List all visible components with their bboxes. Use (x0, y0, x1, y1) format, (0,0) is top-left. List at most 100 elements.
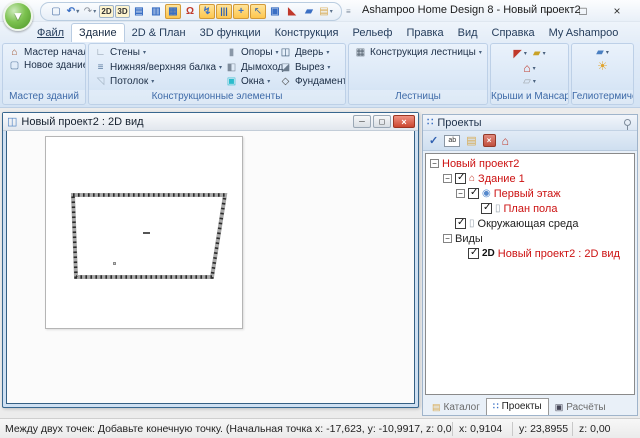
roof-corner-button[interactable]: ◤▾ (513, 47, 526, 60)
tree-item-floor-plan[interactable]: ✓ ▯ План пола (426, 201, 634, 216)
grid-toggle-icon[interactable]: ▦ (165, 4, 181, 19)
view-2d-icon[interactable]: 2D (99, 5, 114, 18)
document-title-bar[interactable]: ◫ Новый проект2 : 2D вид ─ ◻ × (3, 113, 418, 131)
view-3d-icon[interactable]: 3D (115, 5, 130, 18)
vertical-split-icon[interactable]: ▥ (148, 4, 164, 19)
collapse-icon[interactable]: − (443, 234, 452, 243)
new-document-icon[interactable]: ▢ (48, 4, 64, 19)
resize-grip[interactable] (632, 419, 640, 438)
tab-projects[interactable]: ∷ Проекты (486, 398, 549, 415)
undo-glyph: ↶ (67, 7, 75, 17)
chevron-down-icon[interactable]: ▾ (330, 9, 333, 15)
foundation-button[interactable]: ◇ Фундамент ▾ (277, 75, 346, 88)
chevron-down-icon[interactable]: ▾ (524, 50, 527, 57)
checkbox-checked[interactable]: ✓ (481, 203, 492, 214)
select-arrow-icon[interactable]: ↖ (250, 4, 266, 19)
checkbox-checked[interactable]: ✓ (468, 248, 479, 259)
dormer-button[interactable]: ▰▾ (533, 47, 546, 60)
tab-edit[interactable]: Правка (399, 24, 450, 42)
tree-item-environment[interactable]: ✓ ▯ Окружающая среда (426, 216, 634, 231)
redo-icon[interactable]: ↷▾ (82, 4, 98, 19)
pin-icon[interactable] (624, 119, 631, 126)
tab-view[interactable]: Вид (451, 24, 485, 42)
beam-button[interactable]: ≡ Нижняя/верхняя балка ▾ (92, 61, 223, 74)
chevron-down-icon[interactable]: ▾ (76, 9, 79, 15)
chevron-down-icon[interactable]: ▾ (533, 78, 536, 85)
chevron-down-icon[interactable]: ▾ (326, 49, 329, 56)
walls-button[interactable]: ∟ Стены ▾ (92, 46, 223, 59)
chevron-down-icon[interactable]: ▾ (151, 78, 154, 85)
chevron-down-icon[interactable]: ▾ (93, 9, 96, 15)
magnet-icon[interactable]: Ω (182, 4, 198, 19)
supports-button[interactable]: ▮ Опоры ▾ (223, 46, 277, 59)
close-button[interactable]: × (600, 0, 634, 22)
catalog-folder-icon[interactable]: ▤▾ (318, 4, 334, 19)
tab-file[interactable]: Файл (30, 24, 71, 42)
snap-intersection-icon[interactable]: + (233, 4, 249, 19)
roof-tool-icon[interactable]: ◣ (284, 4, 300, 19)
building-button[interactable]: ⌂ (502, 134, 509, 148)
tab-2d-plan[interactable]: 2D & План (125, 24, 193, 42)
maximize-button[interactable]: □ (566, 0, 600, 22)
texture-icon[interactable]: ▰ (301, 4, 317, 19)
collapse-icon[interactable]: − (430, 159, 439, 168)
tree-item-building[interactable]: − ✓ ⌂ Здание 1 (426, 171, 634, 186)
undo-icon[interactable]: ↶▾ (65, 4, 81, 19)
tab-my-ashampoo[interactable]: My Ashampoo (542, 24, 626, 42)
chevron-down-icon[interactable]: ▾ (533, 65, 536, 72)
minimize-button[interactable]: – (532, 0, 566, 22)
ceiling-button[interactable]: ◹ Потолок ▾ (92, 75, 223, 88)
tree-item-project[interactable]: − Новый проект2 (426, 156, 634, 171)
house-roof-button[interactable]: ⌂▾ (523, 61, 535, 75)
tree-item-views[interactable]: − Виды (426, 231, 634, 246)
new-building-button[interactable]: ▢ Новое здание (6, 59, 82, 72)
tab-terrain[interactable]: Рельеф (346, 24, 400, 42)
tab-building[interactable]: Здание (71, 23, 125, 43)
chevron-down-icon[interactable]: ▾ (606, 49, 609, 56)
arrange-windows-icon[interactable]: ▣ (267, 4, 283, 19)
chevron-down-icon[interactable]: ▾ (479, 49, 482, 56)
guides-icon[interactable]: ||| (216, 4, 232, 19)
status-bar: Между двух точек: Добавьте конечную точк… (0, 418, 640, 438)
tab-3d-functions[interactable]: 3D функции (193, 24, 268, 42)
cutout-button[interactable]: ◪ Вырез ▾ (277, 61, 346, 74)
ceiling-icon: ◹ (94, 76, 107, 87)
collapse-icon[interactable]: − (456, 189, 465, 198)
chevron-down-icon[interactable]: ▾ (327, 64, 330, 71)
tab-help[interactable]: Справка (485, 24, 542, 42)
chevron-down-icon[interactable]: ▾ (543, 50, 546, 57)
tree-item-first-floor[interactable]: − ✓ ◉ Первый этаж (426, 186, 634, 201)
door-button[interactable]: ◫ Дверь ▾ (277, 46, 346, 59)
delete-button[interactable]: × (483, 134, 496, 147)
wall-icon: ∟ (94, 47, 107, 58)
roof-slab-button[interactable]: ▱▾ (523, 76, 536, 87)
doc-restore-button[interactable]: ◻ (373, 115, 391, 128)
windows-button[interactable]: ▣ Окна ▾ (223, 75, 277, 88)
tree-item-2d-view[interactable]: ✓ 2D Новый проект2 : 2D вид (426, 246, 634, 261)
apply-button[interactable]: ✓ (429, 134, 438, 147)
chevron-down-icon[interactable]: ▾ (219, 64, 222, 71)
drawing-canvas-2d[interactable] (6, 131, 415, 404)
chevron-down-icon[interactable]: ▾ (267, 78, 270, 85)
solar-wizard-button[interactable]: ☀ (597, 59, 608, 73)
qat-overflow-icon[interactable]: ≡ (346, 7, 351, 16)
chimney-button[interactable]: ◧ Дымоход ▾ (223, 61, 277, 74)
start-wizard-button[interactable]: ⌂ Мастер начала (6, 46, 82, 59)
checkbox-checked[interactable]: ✓ (468, 188, 479, 199)
stairs-construction-button[interactable]: ▦ Конструкция лестницы ▾ (352, 46, 484, 59)
collapse-icon[interactable]: − (443, 174, 452, 183)
tab-construction[interactable]: Конструкция (268, 24, 346, 42)
tab-calculations[interactable]: ▣ Расчёты (549, 400, 612, 415)
tab-catalog[interactable]: ▤ Каталог (426, 400, 486, 415)
rename-button[interactable]: ab (444, 135, 460, 147)
doc-close-button[interactable]: × (393, 115, 415, 128)
checkbox-checked[interactable]: ✓ (455, 173, 466, 184)
horizontal-split-icon[interactable]: ▤ (131, 4, 147, 19)
solar-panel-button[interactable]: ▰▾ (596, 47, 609, 58)
app-menu-button[interactable]: ▼ (3, 1, 33, 31)
doc-minimize-button[interactable]: ─ (353, 115, 371, 128)
checkbox-checked[interactable]: ✓ (455, 218, 466, 229)
open-project-button[interactable]: ▤ (466, 134, 476, 147)
snap-cursor-icon[interactable]: ↯ (199, 4, 215, 19)
chevron-down-icon[interactable]: ▾ (143, 49, 146, 56)
